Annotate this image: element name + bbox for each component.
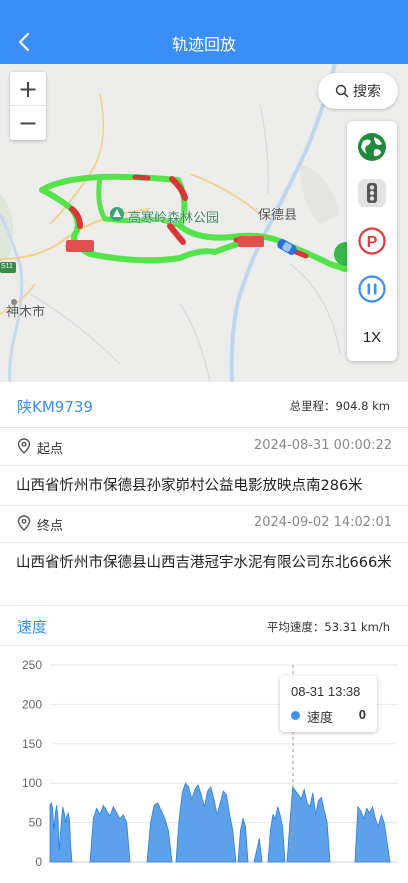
vehicle-plate: 陕KM9739: [17, 398, 93, 416]
start-time: 2024-08-31 00:00:22: [253, 438, 392, 453]
zoom-out-button[interactable]: −: [10, 106, 46, 140]
divider: [0, 505, 408, 506]
svg-text:P: P: [367, 234, 378, 251]
start-label: 起点: [37, 442, 64, 457]
speed-area-segment: [89, 804, 131, 863]
end-time: 2024-09-02 14:02:01: [253, 515, 392, 530]
globe-icon: [358, 133, 386, 161]
end-address: 山西省忻州市保德县山西吉港冠宇水泥有限公司东北666米: [16, 555, 392, 571]
speed-area-segment: [146, 802, 173, 863]
y-tick-label: 150: [22, 737, 42, 751]
county-label: 保德县: [258, 208, 298, 223]
divider: [0, 465, 408, 466]
playback-speed-button[interactable]: 1X: [347, 313, 397, 361]
total-mileage: 总里程：904.8 km: [290, 398, 390, 414]
tooltip-time: 08-31 13:38: [291, 684, 361, 699]
speed-section-title: 速度: [17, 618, 48, 636]
search-icon: [335, 84, 349, 98]
y-tick-label: 50: [29, 816, 43, 830]
zoom-controls: + −: [10, 72, 46, 140]
search-button[interactable]: 搜索: [318, 73, 398, 109]
avg-speed-label: 平均速度：: [266, 620, 325, 634]
speed-area-segment: [267, 806, 286, 863]
divider: [0, 645, 408, 646]
avg-speed-value: 53.31 km/h: [324, 620, 390, 634]
mileage-label: 总里程：: [289, 399, 336, 413]
traffic-light-icon: [358, 179, 386, 207]
map-tool-panel: P 1X: [347, 121, 397, 361]
search-label: 搜索: [353, 84, 381, 100]
tooltip-value: 0: [358, 707, 366, 722]
speed-area-segment: [175, 782, 237, 863]
map-type-button[interactable]: [347, 123, 397, 171]
y-tick-label: 100: [22, 776, 42, 790]
end-label: 终点: [37, 519, 64, 534]
start-address: 山西省忻州市保德县孙家峁村公益电影放映点南286米: [16, 478, 363, 494]
zoom-in-button[interactable]: +: [10, 72, 46, 106]
speed-area-segment: [237, 817, 249, 863]
park-label: 高寒岭森林公园: [128, 211, 220, 226]
series-dot: [291, 711, 300, 720]
location-pin-icon: [17, 438, 31, 454]
speed-area-segment: [49, 801, 73, 863]
divider: [0, 427, 408, 428]
y-tick-label: 200: [22, 697, 42, 711]
parking-button[interactable]: P: [347, 217, 397, 265]
parking-icon: P: [358, 227, 386, 255]
divider: [0, 605, 408, 606]
speed-area-segment: [253, 838, 263, 863]
page-title: 轨迹回放: [171, 35, 236, 54]
y-tick-label: 0: [35, 855, 42, 869]
speed-area-segment: [354, 805, 391, 863]
road-shield-label: S11: [1, 263, 13, 270]
chart-tooltip: 08-31 13:38 速度 0: [280, 676, 377, 732]
mileage-value: 904.8 km: [335, 399, 390, 413]
tooltip-series: 速度: [307, 711, 334, 726]
pause-button[interactable]: [347, 265, 397, 313]
y-tick-label: 250: [22, 658, 42, 672]
location-pin-icon: [17, 515, 31, 531]
playback-speed-label: 1X: [362, 328, 382, 346]
pause-icon: [358, 275, 386, 303]
city-label: 神木市: [6, 305, 46, 320]
divider: [0, 542, 408, 543]
traffic-button[interactable]: [347, 169, 397, 217]
average-speed: 平均速度：53.31 km/h: [267, 619, 390, 635]
